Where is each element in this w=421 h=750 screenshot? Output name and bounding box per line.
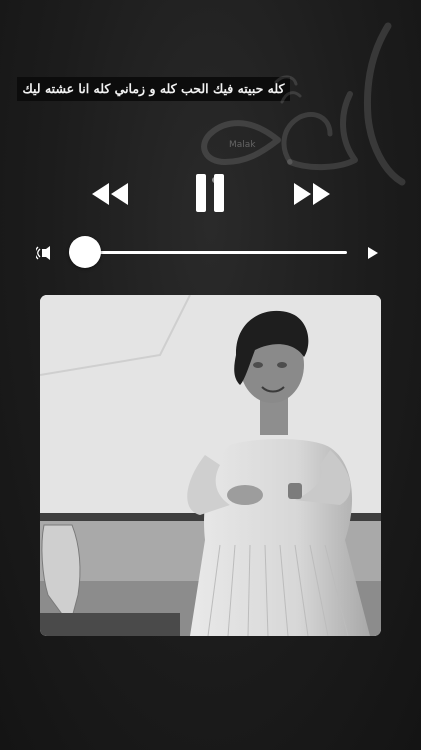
speaker-icon	[34, 246, 50, 260]
seek-track[interactable]	[86, 251, 347, 254]
fast-forward-icon	[294, 183, 330, 205]
calligraphy-decoration	[201, 22, 406, 186]
play-small-icon	[368, 247, 378, 259]
album-artwork-photo	[40, 295, 381, 636]
rewind-icon	[92, 183, 128, 205]
watermark-text: Malak	[229, 140, 256, 150]
pause-button[interactable]	[196, 174, 226, 212]
volume-button[interactable]	[34, 244, 58, 266]
fast-forward-button[interactable]	[292, 181, 332, 207]
playback-controls	[0, 172, 421, 216]
pause-icon	[196, 174, 224, 212]
seek-thumb[interactable]	[69, 236, 101, 268]
album-artwork	[40, 295, 381, 636]
rewind-button[interactable]	[90, 181, 130, 207]
seek-end-button[interactable]	[367, 245, 379, 264]
